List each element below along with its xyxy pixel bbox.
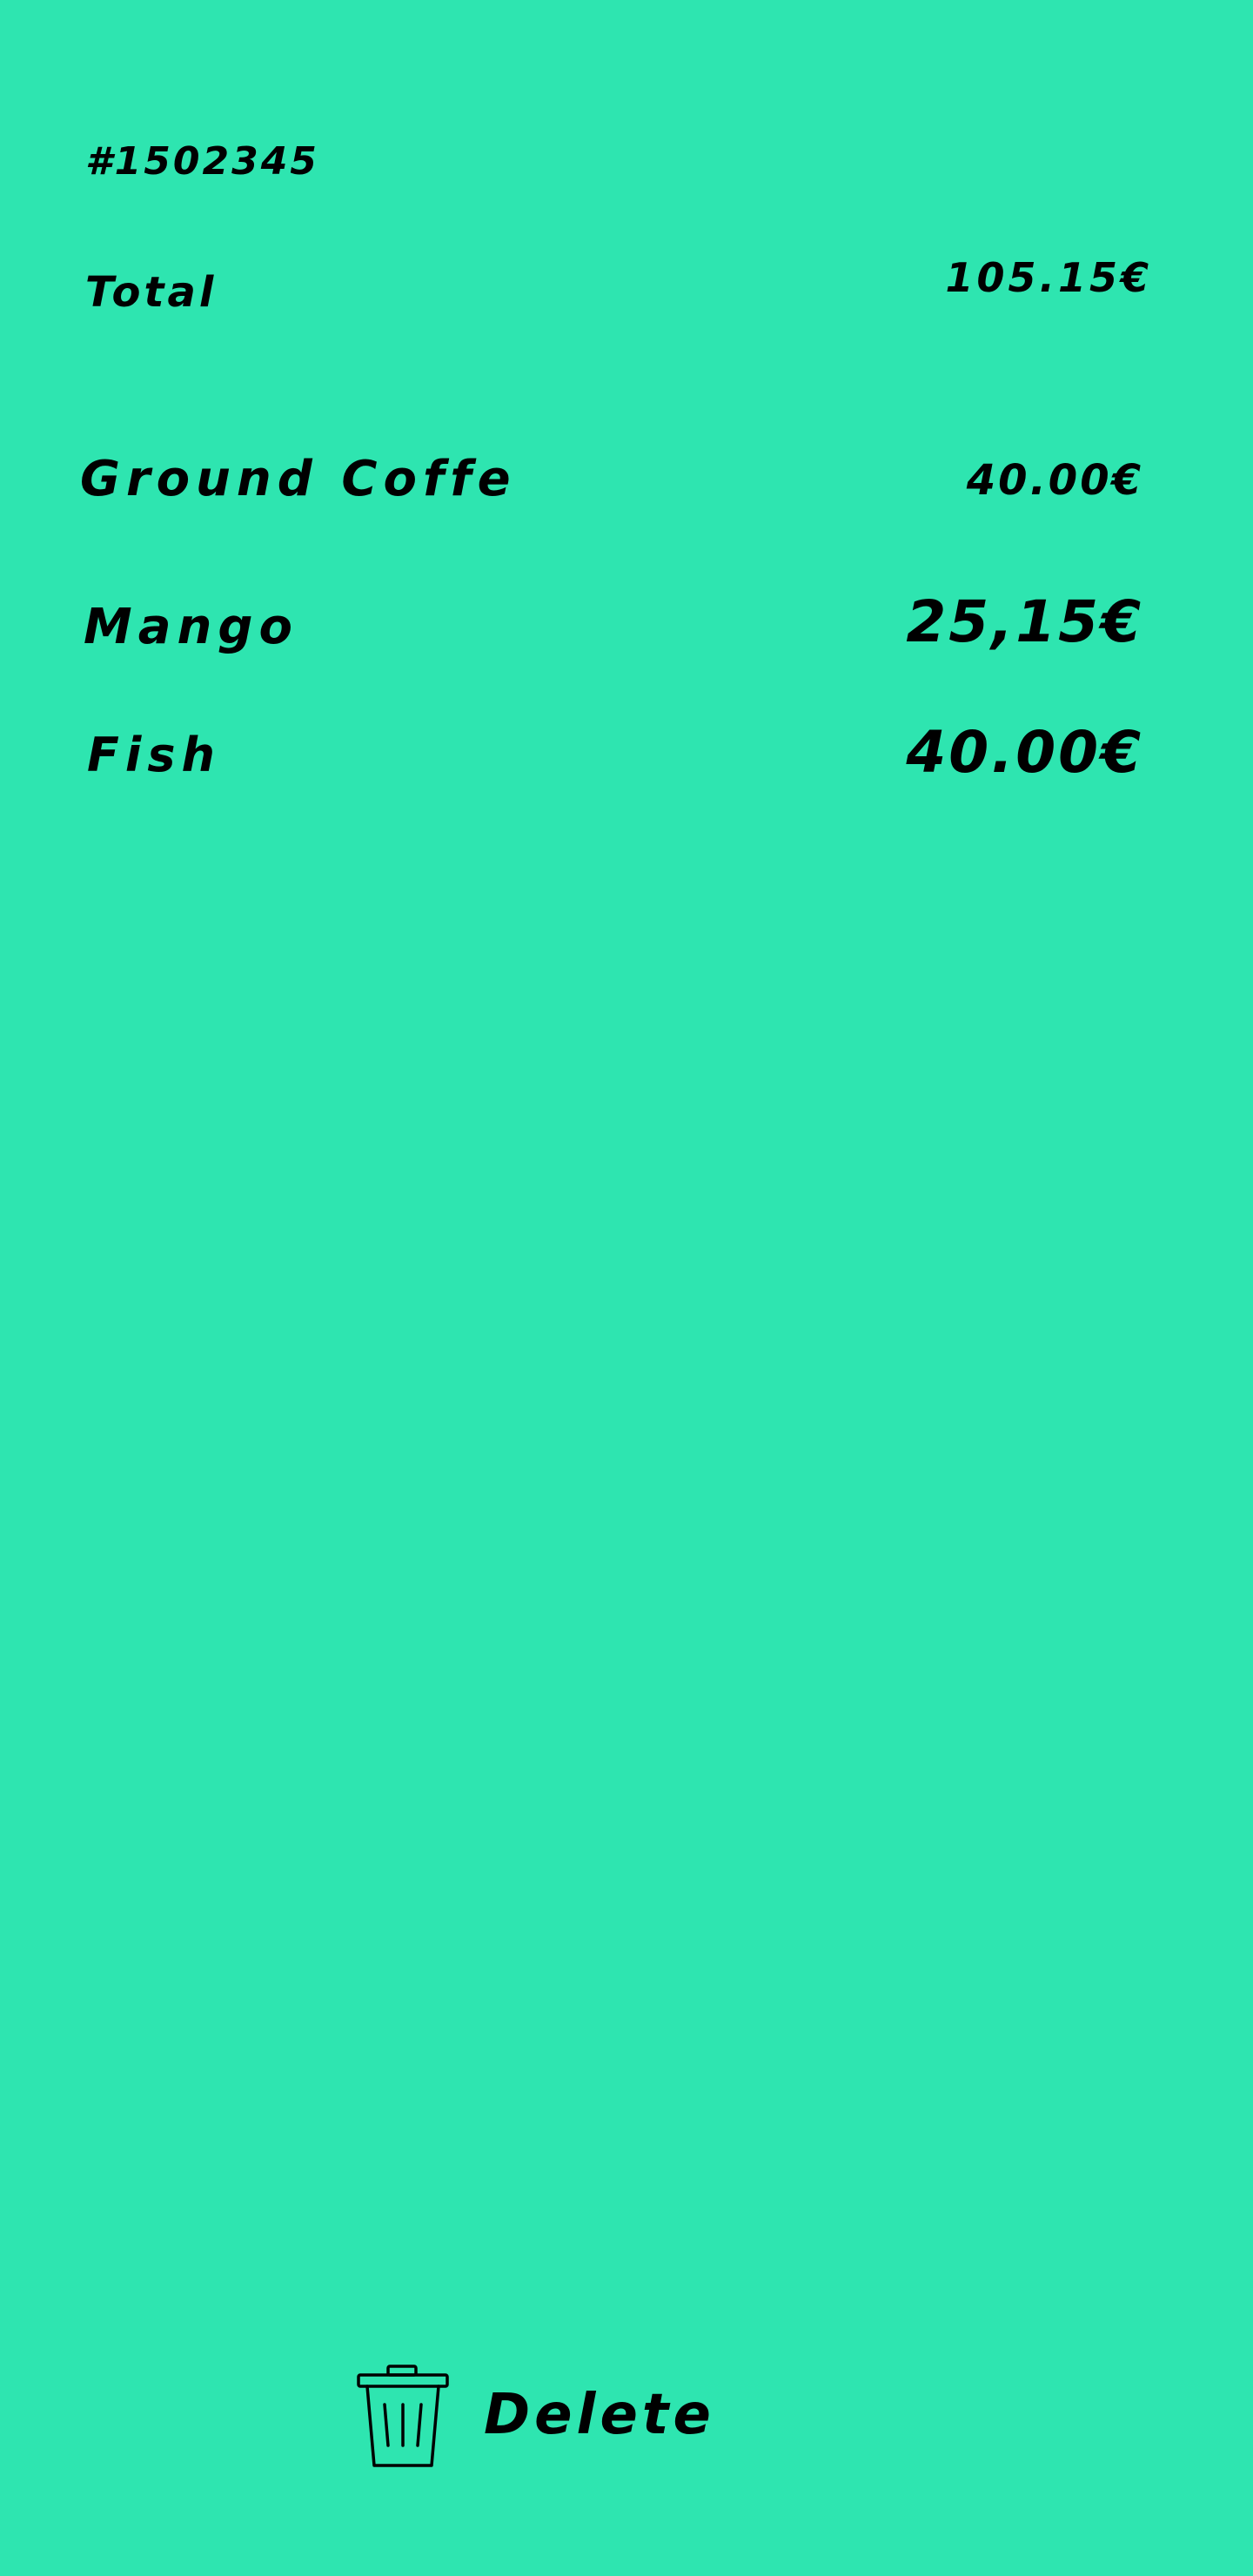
trash-icon [357,2365,449,2467]
delete-button[interactable]: Delete [355,2358,738,2472]
total-label: Total [85,268,218,317]
delete-label: Delete [484,2383,715,2447]
item-price: 40.00€ [906,719,1143,786]
order-id: #1502345 [85,139,319,184]
total-value: 105.15€ [945,254,1152,301]
item-name: Fish [87,728,221,782]
item-name: Mango [84,599,298,655]
item-name: Ground Coffe [80,451,517,507]
item-price: 25,15€ [906,588,1143,655]
item-price: 40.00€ [966,456,1143,505]
